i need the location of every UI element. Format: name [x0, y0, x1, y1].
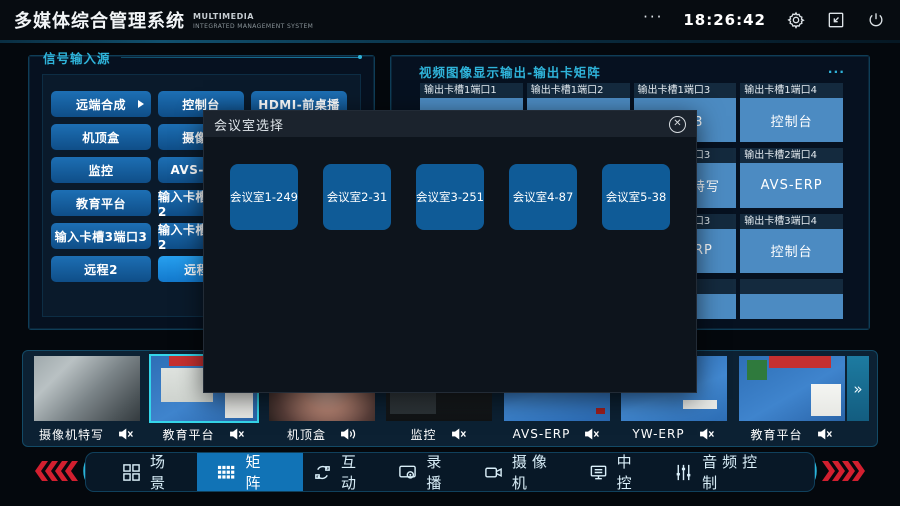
speaker-muted-icon[interactable] [229, 427, 246, 441]
clock: 18:26:42 [683, 11, 766, 29]
thumb-label-row: 监控 [386, 423, 492, 445]
output-matrix-title: 视频图像显示输出-输出卡矩阵 [419, 62, 601, 81]
nav-matrix-active[interactable]: 矩阵 [197, 453, 302, 491]
meeting-room-button[interactable]: 会议室1-249 [230, 164, 298, 230]
thumb-label-row: 教育平台 [739, 423, 845, 445]
matrix-more-icon[interactable]: ··· [828, 69, 845, 75]
thumb-label-row: 机顶盒 [269, 423, 375, 445]
resize-window-icon[interactable] [826, 10, 846, 30]
thumb-label-row: 摄像机特写 [34, 423, 140, 445]
app-title: 多媒体综合管理系统 [14, 7, 185, 33]
speaker-muted-icon[interactable] [817, 427, 834, 441]
interact-sync-icon [313, 463, 332, 482]
power-icon[interactable] [866, 10, 886, 30]
nav-interact[interactable]: 互动 [303, 453, 388, 491]
source-button[interactable]: 教育平台 [51, 190, 151, 216]
strip-next-button[interactable]: » [847, 356, 869, 421]
matrix-cell[interactable] [740, 279, 843, 319]
video-thumbnail[interactable] [34, 356, 140, 421]
expand-arrow-icon [138, 100, 144, 108]
speaker-on-icon[interactable] [340, 427, 357, 441]
app-subtitle: MULTIMEDIA INTEGRATED MANAGEMENT SYSTEM [193, 10, 313, 31]
title-line [121, 57, 360, 58]
matrix-grid-icon [217, 463, 236, 482]
meeting-room-button[interactable]: 会议室5-38 [602, 164, 670, 230]
audio-sliders-icon [674, 463, 693, 482]
meeting-room-modal: 会议室选择 ✕ 会议室1-249 会议室2-31 会议室3-251 会议室4-8… [203, 110, 697, 393]
matrix-cell[interactable]: 输出卡槽3端口4控制台 [740, 214, 843, 273]
thumb-label-row: 教育平台 [151, 423, 257, 445]
nav-scenes[interactable]: 场景 [112, 453, 197, 491]
source-button[interactable]: 远端合成 [51, 91, 151, 117]
central-control-icon [589, 463, 608, 482]
speaker-muted-icon[interactable] [118, 427, 135, 441]
speaker-muted-icon[interactable] [584, 427, 601, 441]
thumb-label-row: YW-ERP [621, 423, 727, 445]
source-button[interactable]: 监控 [51, 157, 151, 183]
meeting-room-button[interactable]: 会议室3-251 [416, 164, 484, 230]
top-bar: 多媒体综合管理系统 MULTIMEDIA INTEGRATED MANAGEME… [0, 0, 900, 40]
speaker-muted-icon[interactable] [699, 427, 716, 441]
nav-record[interactable]: 录播 [388, 453, 473, 491]
nav-camera[interactable]: 摄像机 [474, 453, 579, 491]
scenes-grid-icon [122, 463, 141, 482]
bottom-nav: 场景 矩阵 互动 录播 摄像机 中控 音频控制 [85, 452, 815, 492]
meeting-room-button[interactable]: 会议室4-87 [509, 164, 577, 230]
chevron-double-right-icon: » [853, 380, 862, 398]
source-button[interactable]: 机顶盒 [51, 124, 151, 150]
matrix-cell[interactable]: 输出卡槽2端口4AVS-ERP [740, 148, 843, 207]
modal-title: 会议室选择 [214, 115, 284, 134]
matrix-cell[interactable]: 输出卡槽1端口4控制台 [740, 83, 843, 142]
source-button[interactable]: 输入卡槽3端口3 [51, 223, 151, 249]
nav-central-control[interactable]: 中控 [579, 453, 664, 491]
record-screen-icon [398, 463, 417, 482]
video-thumbnail[interactable] [739, 356, 845, 421]
thumb-label-row: AVS-ERP [504, 423, 610, 445]
video-camera-icon [484, 463, 503, 482]
more-menu-icon[interactable]: ··· [643, 8, 663, 32]
close-icon[interactable]: ✕ [669, 116, 686, 133]
app-logo: 多媒体综合管理系统 MULTIMEDIA INTEGRATED MANAGEME… [14, 7, 313, 33]
settings-gear-icon[interactable] [786, 10, 806, 30]
speaker-muted-icon[interactable] [451, 427, 468, 441]
meeting-room-button[interactable]: 会议室2-31 [323, 164, 391, 230]
signal-input-panel-title: 信号输入源 [43, 48, 111, 67]
modal-titlebar: 会议室选择 ✕ [204, 111, 696, 137]
nav-audio-control[interactable]: 音频控制 [664, 453, 788, 491]
source-button[interactable]: 远程2 [51, 256, 151, 282]
